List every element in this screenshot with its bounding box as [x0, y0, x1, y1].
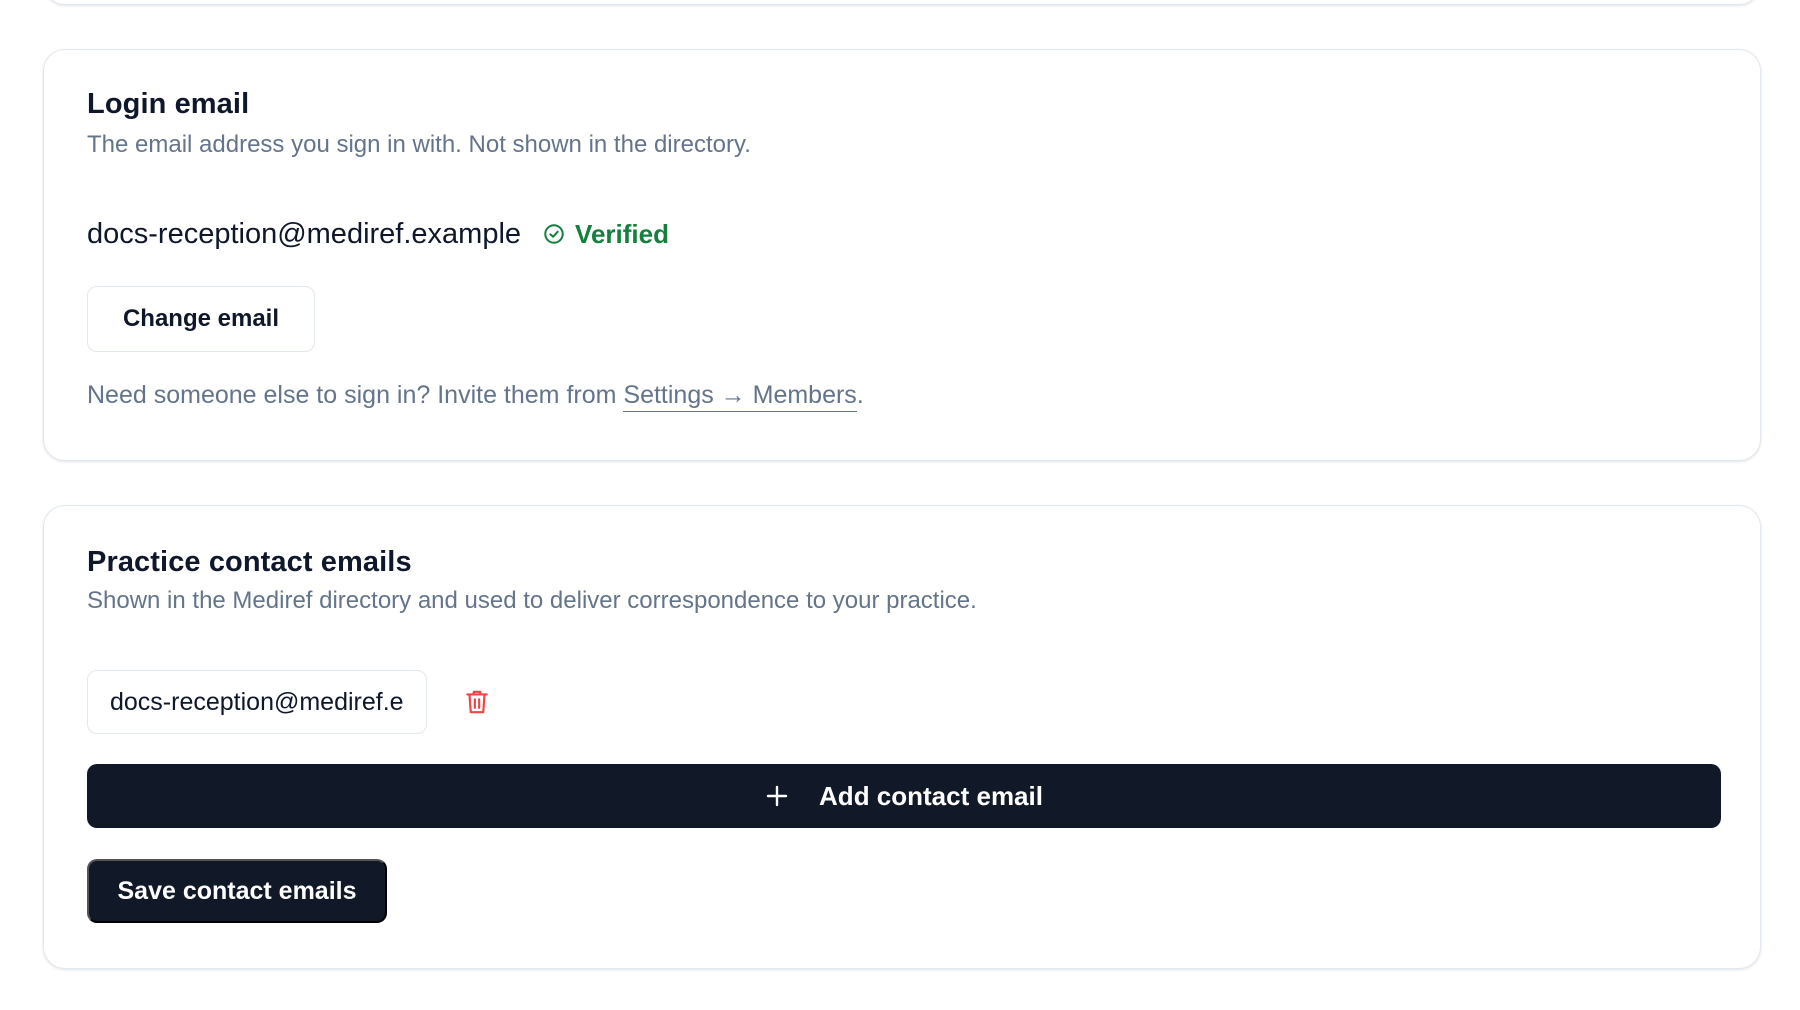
previous-settings-card [43, 0, 1761, 5]
delete-contact-email-button[interactable] [457, 682, 497, 722]
verified-badge: Verified [543, 219, 669, 250]
login-email-title: Login email [87, 88, 250, 120]
change-email-button[interactable]: Change email [87, 286, 315, 352]
plus-icon [766, 785, 788, 807]
login-email-card: Login email The email address you sign i… [43, 49, 1761, 461]
trash-icon [466, 690, 488, 714]
invite-members-note: Need someone else to sign in? Invite the… [87, 381, 864, 412]
contact-emails-card: Practice contact emails Shown in the Med… [43, 505, 1761, 969]
contact-email-input[interactable] [87, 670, 427, 734]
settings-members-link[interactable]: Settings → Members [623, 381, 857, 412]
login-email-address: docs-reception@mediref.example [87, 217, 522, 250]
contact-emails-description: Shown in the Mediref directory and used … [87, 587, 977, 614]
check-circle-icon [544, 224, 564, 244]
invite-note-suffix: . [856, 381, 864, 409]
invite-note-prefix: Need someone else to sign in? Invite the… [87, 381, 624, 409]
contact-emails-title: Practice contact emails [87, 546, 412, 578]
login-email-description: The email address you sign in with. Not … [87, 131, 751, 158]
add-contact-email-button[interactable]: Add contact email [87, 764, 1721, 828]
save-contact-emails-button[interactable]: Save contact emails [87, 859, 387, 923]
login-email-row: docs-reception@mediref.example Verified [87, 214, 669, 254]
verified-label: Verified [575, 218, 669, 249]
add-contact-email-label: Add contact email [819, 780, 1043, 811]
